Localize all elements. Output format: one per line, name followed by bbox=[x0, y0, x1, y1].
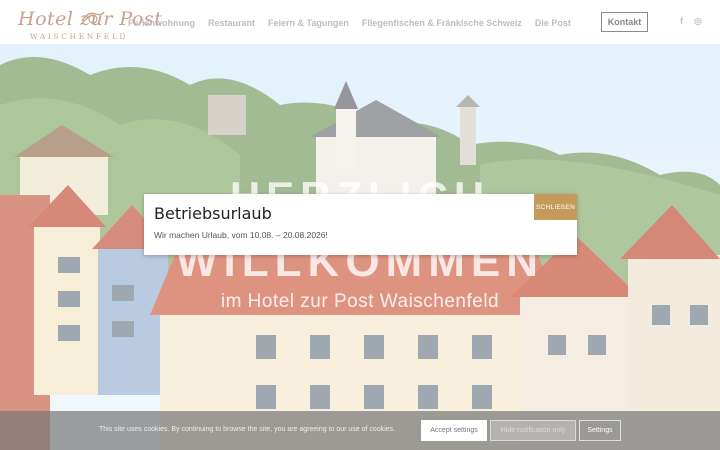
logo-subtitle: WAISCHENFELD bbox=[30, 32, 129, 41]
accept-settings-button[interactable]: Accept settings bbox=[421, 420, 487, 441]
nav-feiern-tagungen[interactable]: Feiern & Tagungen bbox=[268, 18, 349, 28]
nav-ferienwohnung[interactable]: Ferienwohnung bbox=[128, 18, 195, 28]
nav-kontakt-button[interactable]: Kontakt bbox=[601, 12, 648, 32]
popup-text: Wir machen Urlaub, vom 10.08. – 20.08.20… bbox=[154, 230, 328, 240]
cookie-settings-button[interactable]: Settings bbox=[579, 420, 621, 441]
nav-restaurant[interactable]: Restaurant bbox=[208, 18, 255, 28]
site-header: Hotel zur Post WAISCHENFELD Ferienwohnun… bbox=[0, 0, 720, 45]
instagram-icon[interactable]: ◎ bbox=[694, 16, 702, 27]
nav-fliegenfischen[interactable]: Fliegenfischen & Fränkische Schweiz bbox=[362, 18, 522, 28]
main-nav: Ferienwohnung Restaurant Feiern & Tagung… bbox=[128, 0, 584, 45]
popup-close-button[interactable]: SCHLIEßEN bbox=[534, 194, 577, 220]
hide-notification-button[interactable]: Hide notification only bbox=[490, 420, 576, 441]
facebook-icon[interactable]: f bbox=[680, 16, 683, 26]
hero-subtitle: im Hotel zur Post Waischenfeld bbox=[220, 291, 500, 312]
nav-die-post[interactable]: Die Post bbox=[535, 18, 571, 28]
post-horn-icon bbox=[81, 11, 105, 24]
cookie-banner: This site uses cookies. By continuing to… bbox=[0, 411, 720, 450]
vacation-notice-popup: Betriebsurlaub Wir machen Urlaub, vom 10… bbox=[144, 194, 577, 255]
logo[interactable]: Hotel zur Post WAISCHENFELD bbox=[14, 5, 162, 43]
cookie-text: This site uses cookies. By continuing to… bbox=[99, 426, 396, 433]
popup-title: Betriebsurlaub bbox=[154, 204, 272, 223]
